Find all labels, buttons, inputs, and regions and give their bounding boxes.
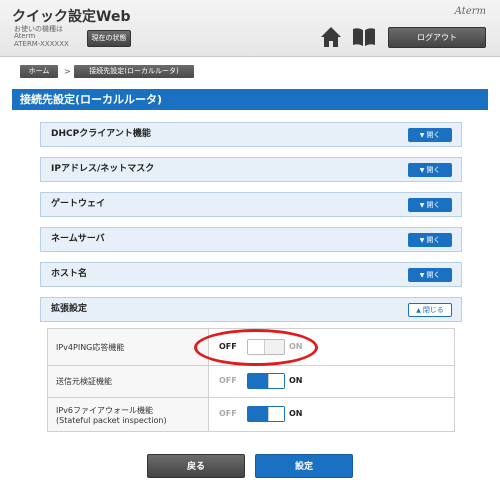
section-label: 拡張設定 <box>51 304 88 314</box>
chevron-down-icon: ▼ <box>419 202 425 209</box>
model-name: Aterm <box>14 32 36 40</box>
toggle-on-label: ON <box>289 376 303 385</box>
setting-label-line1: IPv6ファイアウォール機能 <box>56 405 154 415</box>
chevron-down-icon: ▼ <box>419 132 425 139</box>
red-highlight-ellipse <box>194 329 318 366</box>
chevron-down-icon: ▼ <box>419 237 425 244</box>
app-title: クイック設定Web <box>12 9 131 25</box>
expand-button-label: 開く <box>426 271 441 279</box>
breadcrumb-home[interactable]: ホーム <box>20 65 58 78</box>
collapse-button[interactable]: ▲ 閉じる <box>408 303 452 317</box>
section-host-name[interactable]: ホスト名 ▼ 開く <box>40 262 462 287</box>
home-icon[interactable] <box>320 26 342 48</box>
expand-button-label: 開く <box>426 201 441 209</box>
section-ip-netmask[interactable]: IPアドレス/ネットマスク ▼ 開く <box>40 157 462 182</box>
toggle-switch[interactable] <box>247 406 285 422</box>
header-bar: クイック設定Web お使いの機種は Aterm ATERM-XXXXXX 現在の… <box>0 0 500 57</box>
back-button[interactable]: 戻る <box>147 454 245 478</box>
breadcrumb-current: 接続先設定(ローカルルータ) <box>74 65 194 78</box>
chevron-down-icon: ▼ <box>419 167 425 174</box>
apply-settings-button[interactable]: 設定 <box>255 454 353 478</box>
setting-value-cell: OFF ON <box>208 365 455 398</box>
source-validation-toggle[interactable]: OFF ON <box>217 370 337 391</box>
ipv6-firewall-toggle[interactable]: OFF ON <box>217 403 337 424</box>
expand-button[interactable]: ▼ 開く <box>408 268 452 282</box>
setting-label: IPv4PING応答機能 <box>47 328 209 366</box>
setting-label-line2: (Stateful packet inspection) <box>56 415 167 425</box>
chevron-up-icon: ▲ <box>416 307 421 314</box>
aterm-logo: Aterm <box>454 6 486 17</box>
toggle-switch[interactable] <box>247 373 285 389</box>
toggle-off-label: OFF <box>219 376 237 385</box>
section-label: ネームサーバ <box>51 234 105 244</box>
breadcrumb: ホーム > 接続先設定(ローカルルータ) <box>12 62 488 82</box>
section-gateway[interactable]: ゲートウェイ ▼ 開く <box>40 192 462 217</box>
setting-value-cell: OFF ON <box>208 397 455 432</box>
current-status-button[interactable]: 現在の状態 <box>87 30 131 47</box>
section-label: ホスト名 <box>51 269 88 279</box>
setting-label: 送信元検証機能 <box>47 365 209 398</box>
model-id: ATERM-XXXXXX <box>14 40 69 48</box>
manual-book-icon[interactable] <box>351 27 377 47</box>
section-extended-settings[interactable]: 拡張設定 ▲ 閉じる <box>40 297 462 322</box>
section-label: ゲートウェイ <box>51 199 106 209</box>
toggle-knob <box>268 374 284 388</box>
expand-button-label: 開く <box>426 166 441 174</box>
toggle-off-label: OFF <box>219 409 237 418</box>
toggle-on-label: ON <box>289 409 303 418</box>
collapse-button-label: 閉じる <box>422 306 444 314</box>
setting-row-ipv6-firewall: IPv6ファイアウォール機能 (Stateful packet inspecti… <box>47 397 455 432</box>
expand-button-label: 開く <box>426 131 441 139</box>
page-title: 接続先設定(ローカルルータ) <box>12 89 488 110</box>
expand-button-label: 開く <box>426 236 441 244</box>
breadcrumb-separator: > <box>64 67 71 76</box>
setting-row-source-validation: 送信元検証機能 OFF ON <box>47 365 455 398</box>
section-name-server[interactable]: ネームサーバ ▼ 開く <box>40 227 462 252</box>
section-dhcp-client[interactable]: DHCPクライアント機能 ▼ 開く <box>40 122 462 147</box>
expand-button[interactable]: ▼ 開く <box>408 198 452 212</box>
logout-button[interactable]: ログアウト <box>388 27 486 48</box>
section-label: DHCPクライアント機能 <box>51 129 151 139</box>
setting-label: IPv6ファイアウォール機能 (Stateful packet inspecti… <box>47 397 209 432</box>
expand-button[interactable]: ▼ 開く <box>408 128 452 142</box>
section-label: IPアドレス/ネットマスク <box>51 164 155 174</box>
toggle-knob <box>268 407 284 421</box>
expand-button[interactable]: ▼ 開く <box>408 233 452 247</box>
expand-button[interactable]: ▼ 開く <box>408 163 452 177</box>
chevron-down-icon: ▼ <box>419 272 425 279</box>
